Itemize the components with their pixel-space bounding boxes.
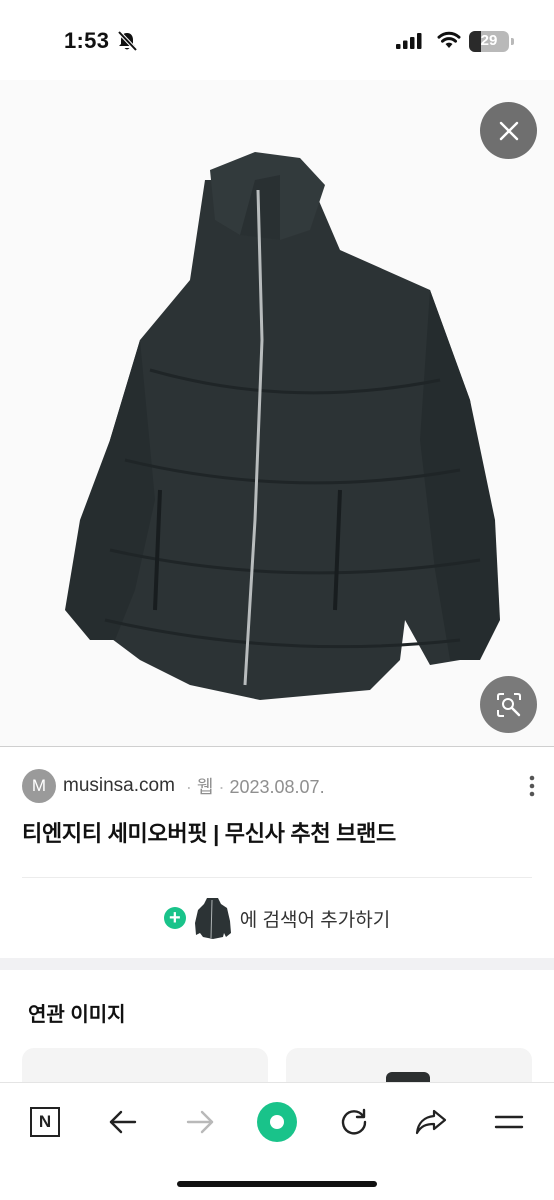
lens-search-icon [496,692,521,717]
image-viewer[interactable] [0,80,554,746]
back-icon [109,1110,137,1134]
more-options-icon[interactable] [528,774,536,798]
battery-indicator: 29 [469,31,509,52]
section-separator [0,958,554,970]
source-row[interactable]: M musinsa.com · 웹 · 2023.08.07. [22,768,325,804]
refresh-icon [341,1108,367,1135]
close-button[interactable] [480,102,537,159]
forward-button[interactable] [177,1099,223,1145]
bell-slash-icon [117,30,138,52]
separator-dot: · [185,777,192,797]
source-type: 웹 [196,777,214,797]
home-indicator[interactable] [177,1181,377,1187]
source-meta: · 웹 · 2023.08.07. [181,773,325,799]
result-title[interactable]: 티엔지티 세미오버핏 | 무신사 추천 브랜드 [22,816,396,848]
plus-icon: + [163,907,186,929]
cellular-signal-icon [396,33,422,49]
battery-cap [511,38,514,45]
status-bar: 1:53 29 [0,0,554,80]
green-dot-button[interactable] [254,1099,300,1145]
battery-level: 29 [480,32,498,49]
jacket-thumbnail [194,898,231,939]
source-domain[interactable]: musinsa.com [63,775,175,797]
status-time: 1:53 [64,28,110,53]
divider [0,746,554,747]
green-dot-icon [257,1102,297,1142]
home-n-icon: N [30,1107,60,1137]
lens-search-button[interactable] [480,676,537,733]
add-keyword-label: 에 검색어 추가하기 [239,909,391,931]
home-button[interactable]: N [22,1099,68,1145]
forward-icon [186,1110,214,1134]
menu-icon [494,1115,524,1129]
share-button[interactable] [408,1099,454,1145]
wifi-icon [437,31,461,48]
related-images-title: 연관 이미지 [28,1004,126,1026]
home-n-label: N [38,1112,52,1131]
refresh-button[interactable] [331,1099,377,1145]
divider [22,877,532,878]
source-date: 2023.08.07. [229,777,325,797]
share-icon [415,1109,447,1135]
separator-dot: · [218,777,225,797]
back-button[interactable] [100,1099,146,1145]
menu-button[interactable] [486,1099,532,1145]
source-favicon: M [22,769,56,803]
close-icon [499,121,518,140]
product-image-jacket[interactable] [40,140,500,740]
add-search-keyword-button[interactable]: + 에 검색어 추가하기 [0,893,554,943]
